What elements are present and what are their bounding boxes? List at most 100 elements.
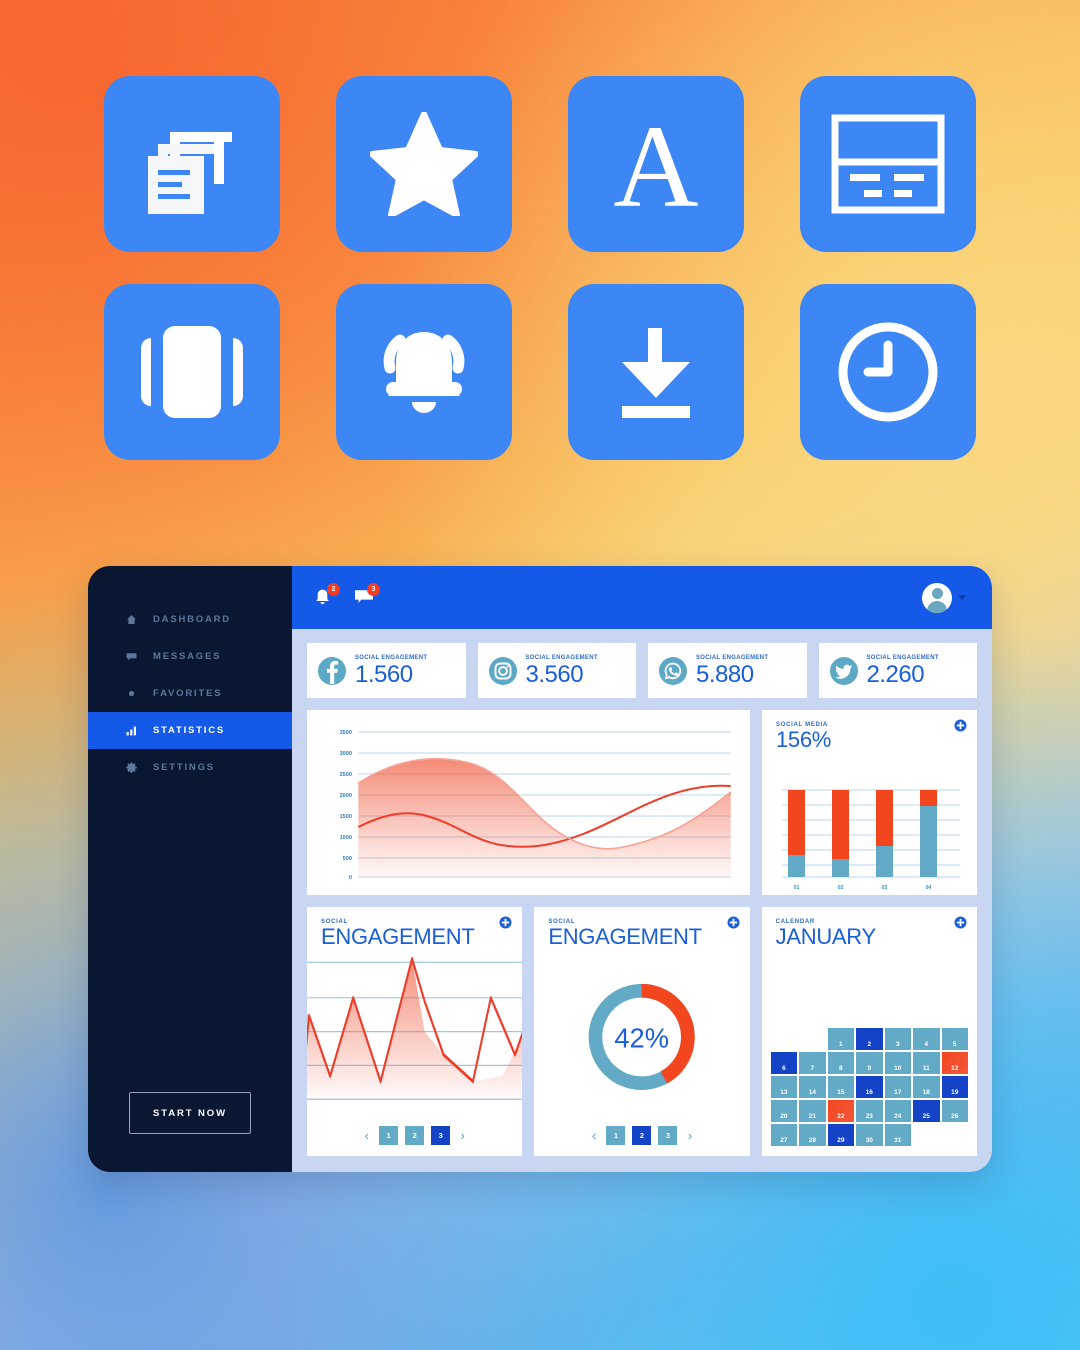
chat-icon <box>126 651 137 662</box>
copy-documents-icon <box>140 112 244 216</box>
kpi-card-instagram[interactable]: SOCIAL ENGAGEMENT 3.560 <box>477 643 636 698</box>
kpi-label: SOCIAL ENGAGEMENT <box>355 654 428 661</box>
calendar-day-26[interactable]: 26 <box>941 1100 968 1122</box>
calendar-day-17[interactable]: 17 <box>884 1076 912 1098</box>
social-media-card: SOCIAL MEDIA 156% 01 02 03 04 <box>762 710 977 895</box>
sidebar-item-favorites[interactable]: FAVORITES <box>88 675 292 712</box>
kpi-card-facebook[interactable]: SOCIAL ENGAGEMENT 1.560 <box>307 643 466 698</box>
calendar-day-12[interactable]: 12 <box>941 1052 968 1074</box>
page-button-3[interactable]: 3 <box>431 1126 451 1145</box>
calendar-day-4[interactable]: 4 <box>913 1028 940 1050</box>
icon-tile-copy-documents[interactable] <box>104 76 280 252</box>
icon-tile-carousel[interactable] <box>104 284 280 460</box>
calendar-day-2[interactable]: 2 <box>856 1028 883 1050</box>
icon-tile-layout-card[interactable] <box>800 76 976 252</box>
carousel-slides-icon <box>137 320 247 424</box>
sidebar-item-label: DASHBOARD <box>153 614 231 625</box>
prev-page-button[interactable]: ‹ <box>361 1129 372 1142</box>
pagination-engagement-line: ‹ 1 2 3 › <box>307 1126 522 1156</box>
add-widget-button[interactable] <box>954 916 967 929</box>
prev-page-button[interactable]: ‹ <box>588 1129 599 1142</box>
calendar-day-empty <box>913 1124 939 1146</box>
calendar-day-13[interactable]: 13 <box>770 1076 798 1098</box>
area-chart: 3500 3000 2500 2000 1500 1000 500 0 <box>340 730 732 881</box>
calendar-day-3[interactable]: 3 <box>884 1028 912 1050</box>
engagement-line-chart <box>307 957 523 1100</box>
calendar-day-7[interactable]: 7 <box>799 1052 826 1074</box>
svg-text:1500: 1500 <box>340 814 352 820</box>
calendar-day-16[interactable]: 16 <box>856 1076 883 1098</box>
calendar-day-empty <box>799 1028 825 1050</box>
calendar-day-27[interactable]: 27 <box>770 1124 798 1146</box>
sidebar-item-statistics[interactable]: STATISTICS <box>88 712 292 749</box>
account-menu[interactable] <box>922 582 966 613</box>
calendar-day-15[interactable]: 15 <box>827 1076 855 1098</box>
page-button-3[interactable]: 3 <box>658 1126 678 1145</box>
page-button-2[interactable]: 2 <box>405 1126 425 1145</box>
icon-tile-star[interactable] <box>336 76 512 252</box>
kpi-row: SOCIAL ENGAGEMENT 1.560 SOCIAL ENGAGEMEN… <box>307 643 977 698</box>
engagement-donut-card: SOCIAL ENGAGEMENT 42% ‹ 1 2 3 › <box>534 907 750 1156</box>
notifications-bell-button[interactable]: 2 <box>314 582 340 608</box>
engagement-line-head: SOCIAL ENGAGEMENT <box>307 907 522 948</box>
sidebar-item-label: SETTINGS <box>153 762 215 773</box>
calendar-day-10[interactable]: 10 <box>884 1052 912 1074</box>
calendar-day-14[interactable]: 14 <box>799 1076 826 1098</box>
add-widget-button[interactable] <box>954 719 967 732</box>
add-widget-button[interactable] <box>499 916 512 929</box>
svg-text:A: A <box>613 110 698 218</box>
next-page-button[interactable]: › <box>684 1129 695 1142</box>
calendar-day-18[interactable]: 18 <box>913 1076 940 1098</box>
svg-text:500: 500 <box>343 856 352 862</box>
dot-icon <box>126 688 137 699</box>
calendar-day-19[interactable]: 19 <box>941 1076 968 1098</box>
svg-text:2000: 2000 <box>340 793 352 799</box>
svg-text:1000: 1000 <box>340 835 352 841</box>
svg-text:3500: 3500 <box>340 730 352 736</box>
chevron-down-icon <box>958 594 966 601</box>
messages-button[interactable]: 3 <box>354 582 380 608</box>
sidebar-nav: DASHBOARD MESSAGES FAVORITES STATISTICS … <box>88 566 292 786</box>
sidebar-item-settings[interactable]: SETTINGS <box>88 749 292 786</box>
calendar-day-30[interactable]: 30 <box>856 1124 883 1146</box>
calendar-day-6[interactable]: 6 <box>770 1052 798 1074</box>
kpi-card-twitter[interactable]: SOCIAL ENGAGEMENT 2.260 <box>818 643 977 698</box>
start-now-button[interactable]: START NOW <box>129 1092 251 1134</box>
svg-text:2500: 2500 <box>340 772 352 778</box>
calendar-day-22[interactable]: 22 <box>827 1100 855 1122</box>
page-button-1[interactable]: 1 <box>606 1126 626 1145</box>
icon-tile-bell[interactable] <box>336 284 512 460</box>
sidebar-item-label: STATISTICS <box>153 725 226 736</box>
notifications-badge: 2 <box>327 582 340 596</box>
calendar-day-9[interactable]: 9 <box>856 1052 883 1074</box>
icon-tile-clock[interactable] <box>800 284 976 460</box>
layout-card-icon <box>830 112 946 216</box>
add-widget-button[interactable] <box>727 916 740 929</box>
sidebar: DASHBOARD MESSAGES FAVORITES STATISTICS … <box>88 566 292 1172</box>
svg-text:3000: 3000 <box>340 751 352 757</box>
calendar-day-5[interactable]: 5 <box>941 1028 968 1050</box>
calendar-day-23[interactable]: 23 <box>856 1100 883 1122</box>
page-button-2[interactable]: 2 <box>632 1126 652 1145</box>
kpi-label: SOCIAL ENGAGEMENT <box>866 654 939 661</box>
stacked-bar-chart: 01 02 03 04 <box>782 789 960 891</box>
calendar-day-28[interactable]: 28 <box>799 1124 826 1146</box>
sidebar-item-messages[interactable]: MESSAGES <box>88 638 292 675</box>
calendar-day-1[interactable]: 1 <box>827 1028 855 1050</box>
next-page-button[interactable]: › <box>457 1129 468 1142</box>
page-button-1[interactable]: 1 <box>379 1126 399 1145</box>
kpi-card-whatsapp[interactable]: SOCIAL ENGAGEMENT 5.880 <box>648 643 807 698</box>
icon-tile-download[interactable] <box>568 284 744 460</box>
calendar-day-29[interactable]: 29 <box>827 1124 855 1146</box>
icon-tile-typography[interactable]: A <box>568 76 744 252</box>
calendar-day-11[interactable]: 11 <box>913 1052 940 1074</box>
calendar-day-25[interactable]: 25 <box>913 1100 940 1122</box>
kpi-value: 2.260 <box>866 660 925 688</box>
calendar-day-21[interactable]: 21 <box>799 1100 826 1122</box>
calendar-day-20[interactable]: 20 <box>770 1100 798 1122</box>
calendar-day-31[interactable]: 31 <box>884 1124 912 1146</box>
sidebar-item-dashboard[interactable]: DASHBOARD <box>88 601 292 638</box>
calendar-day-empty <box>771 1028 797 1050</box>
calendar-day-8[interactable]: 8 <box>827 1052 855 1074</box>
calendar-day-24[interactable]: 24 <box>884 1100 912 1122</box>
